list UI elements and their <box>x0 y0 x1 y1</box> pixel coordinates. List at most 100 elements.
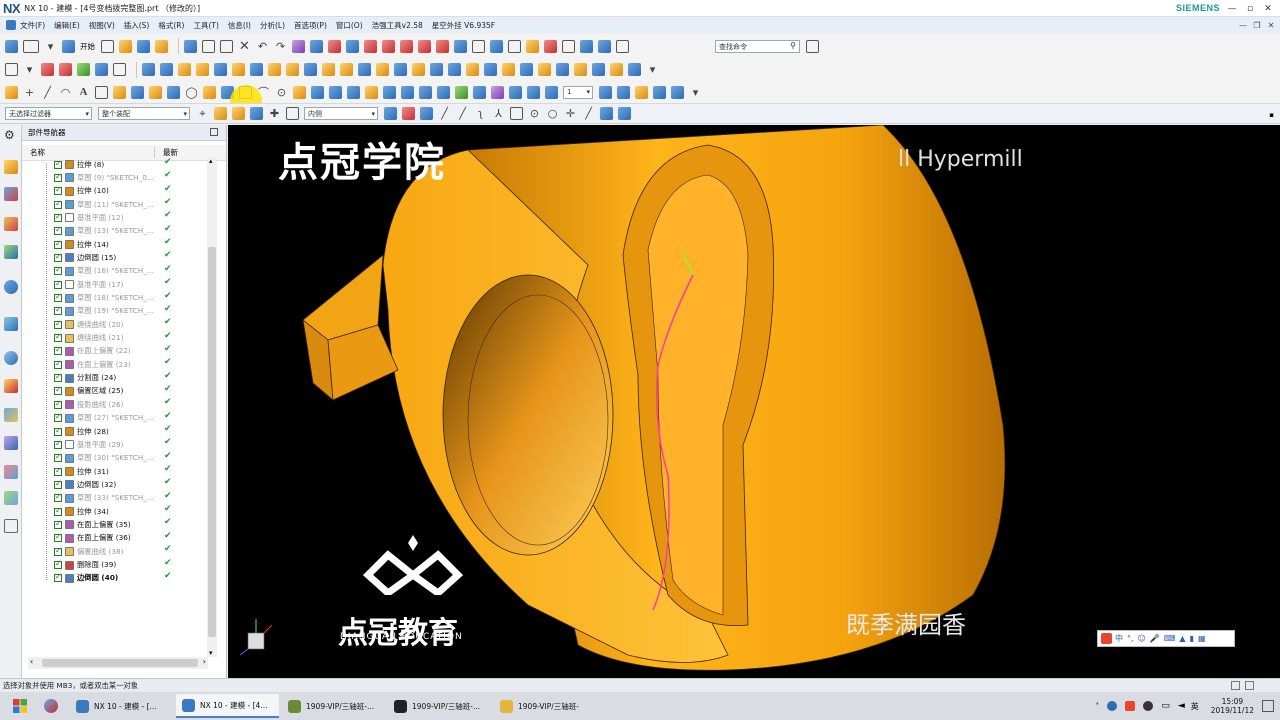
taskbar-window-button[interactable]: 1909-VIP/三轴班- <box>494 694 594 718</box>
point-on-curve-icon[interactable] <box>364 39 377 53</box>
feature-tree-row[interactable]: 草图 (13) "SKETCH_... <box>54 225 154 238</box>
feature-visibility-checkbox[interactable] <box>54 345 62 356</box>
ime-punctuation-icon[interactable]: °, <box>1127 634 1134 643</box>
import-icon[interactable] <box>155 39 168 53</box>
reuse-library-icon[interactable] <box>4 245 18 259</box>
menu-tools[interactable]: 工具(T) <box>193 20 218 31</box>
patch-icon[interactable] <box>628 63 641 76</box>
system-materials-icon[interactable] <box>4 379 18 393</box>
ime-toolbox-icon[interactable]: ▮ <box>1190 634 1194 643</box>
layer-select[interactable]: 1 <box>563 85 593 99</box>
snap-point-icon[interactable] <box>328 39 341 53</box>
menu-app-icon[interactable] <box>6 20 16 30</box>
selection-mode-select[interactable]: 内侧 <box>304 107 378 120</box>
feature-tree-row[interactable]: 草图 (33) "SKETCH_... <box>54 492 154 505</box>
start-menu-label[interactable]: 开始 <box>80 41 95 52</box>
spline-icon[interactable] <box>131 85 144 99</box>
arc-center-icon[interactable] <box>454 39 467 53</box>
trim-body-icon[interactable] <box>412 63 425 76</box>
dropdown-arrow-icon[interactable]: ▾ <box>23 63 36 76</box>
groove-icon[interactable] <box>214 63 227 76</box>
delete-icon[interactable]: ✕ <box>238 40 251 53</box>
sketch-icon[interactable] <box>5 63 18 76</box>
perp-snap-icon[interactable]: ⅄ <box>492 107 505 120</box>
ime-toolbar[interactable]: 中 °, ☺ 🎤 ⌨ ▲ ▮ ▦ <box>1097 630 1235 647</box>
feature-tree-row[interactable]: 偏置区域 (25) <box>54 385 124 398</box>
network-icon[interactable]: ▭ <box>1161 701 1170 711</box>
mirror-feature-icon[interactable] <box>466 63 479 76</box>
hd3d-tools-icon[interactable] <box>4 280 18 294</box>
part-navigator-icon[interactable] <box>4 217 18 231</box>
taskbar-window-button[interactable]: 1909-VIP/三轴班-... <box>282 694 385 718</box>
doc-minimize-icon[interactable]: — <box>1236 17 1250 33</box>
text-icon[interactable]: A <box>77 86 90 99</box>
feature-visibility-checkbox[interactable] <box>54 172 62 182</box>
feature-tree-row[interactable]: 拉伸 (8) <box>54 158 104 171</box>
taskbar-window-button[interactable]: NX 10 - 建模 - [... <box>70 694 173 718</box>
delete-face-icon[interactable] <box>520 63 533 76</box>
palette-icon[interactable] <box>4 519 18 533</box>
layer-manager-icon[interactable] <box>671 85 684 99</box>
emboss-icon[interactable] <box>574 63 587 76</box>
circle-icon[interactable]: ◯ <box>185 86 198 99</box>
menu-insert[interactable]: 插入(S) <box>124 20 150 31</box>
feature-tree-row[interactable]: 缠绕曲线 (20) <box>54 318 124 331</box>
manufacturing-wizard-icon[interactable] <box>4 436 18 450</box>
settings-gear-icon[interactable]: ⚙ <box>4 128 18 142</box>
feature-visibility-checkbox[interactable] <box>54 506 62 516</box>
tray-qq-icon[interactable] <box>1143 701 1154 711</box>
ime-skin-icon[interactable]: ▲ <box>1179 634 1185 643</box>
n-sided-icon[interactable] <box>383 85 396 99</box>
feature-visibility-checkbox[interactable] <box>54 359 62 369</box>
center-snap-icon[interactable]: ⊙ <box>528 107 541 120</box>
slot-icon[interactable] <box>196 63 209 76</box>
thicken-icon[interactable] <box>394 63 407 76</box>
navigator-horizontal-scrollbar[interactable]: ‹ › <box>28 657 208 669</box>
x-form-icon[interactable] <box>527 85 540 99</box>
zoom-search-icon[interactable] <box>806 40 819 53</box>
ime-mode-label[interactable]: 中 <box>1115 633 1123 644</box>
intersection-snap-icon[interactable]: ✛ <box>564 107 577 120</box>
draft-analysis-icon[interactable] <box>526 39 539 53</box>
plus-point-icon[interactable]: + <box>23 86 36 99</box>
sweep-icon[interactable] <box>311 85 324 99</box>
feature-tree-row[interactable]: 缠绕曲线 (21) <box>54 332 124 345</box>
existing-point-snap-icon[interactable]: ╱ <box>582 107 595 120</box>
ime-voice-icon[interactable]: 🎤 <box>1150 634 1160 643</box>
feature-visibility-checkbox[interactable] <box>54 492 62 503</box>
enable-snap-icon[interactable] <box>402 107 415 120</box>
mid-point-icon[interactable] <box>400 39 413 53</box>
navigator-maximize-icon[interactable] <box>210 128 218 136</box>
open-recent-icon[interactable] <box>137 39 150 53</box>
paste-icon[interactable] <box>220 39 233 53</box>
rectangle-select-icon[interactable] <box>286 107 299 120</box>
feature-tree-row[interactable]: 拉伸 (28) <box>54 425 109 438</box>
point-icon[interactable] <box>5 85 18 99</box>
project-curve-icon[interactable] <box>167 85 180 99</box>
undo-icon[interactable]: ↶ <box>256 40 269 53</box>
styled-sweep-icon[interactable] <box>509 85 522 99</box>
mid-snap-icon[interactable]: ╱ <box>438 107 451 120</box>
feature-visibility-checkbox[interactable] <box>54 385 62 396</box>
deselect-icon[interactable] <box>250 107 263 120</box>
selection-icon[interactable] <box>214 107 227 120</box>
replace-face-icon[interactable] <box>502 63 515 76</box>
feature-tree-row[interactable]: 投影曲线 (26) <box>54 398 124 411</box>
dropdown-arrow-icon[interactable]: ▾ <box>44 40 57 53</box>
ime-indicator-icon[interactable]: 英 <box>1191 701 1199 712</box>
curve-snap-icon[interactable] <box>510 107 523 120</box>
pocket-icon[interactable] <box>160 63 173 76</box>
arc-snap-icon[interactable]: ○ <box>546 107 559 120</box>
pattern-feature-icon[interactable] <box>448 63 461 76</box>
system-scene-icon[interactable] <box>4 491 18 505</box>
menu-file[interactable]: 文件(F) <box>20 20 45 31</box>
selection-scope-select[interactable]: 整个装配 <box>98 107 190 120</box>
quadrant-snap-icon[interactable]: ʅ <box>474 107 487 120</box>
feature-tree-row[interactable]: 拉伸 (10) <box>54 185 109 198</box>
unite-icon[interactable] <box>268 63 281 76</box>
assembly-navigator-icon[interactable] <box>4 160 18 174</box>
feature-tree-row[interactable]: 草图 (30) "SKETCH_... <box>54 452 154 465</box>
feature-visibility-checkbox[interactable] <box>54 572 62 583</box>
show-hide-icon[interactable] <box>616 39 629 53</box>
feature-visibility-checkbox[interactable] <box>54 185 62 196</box>
